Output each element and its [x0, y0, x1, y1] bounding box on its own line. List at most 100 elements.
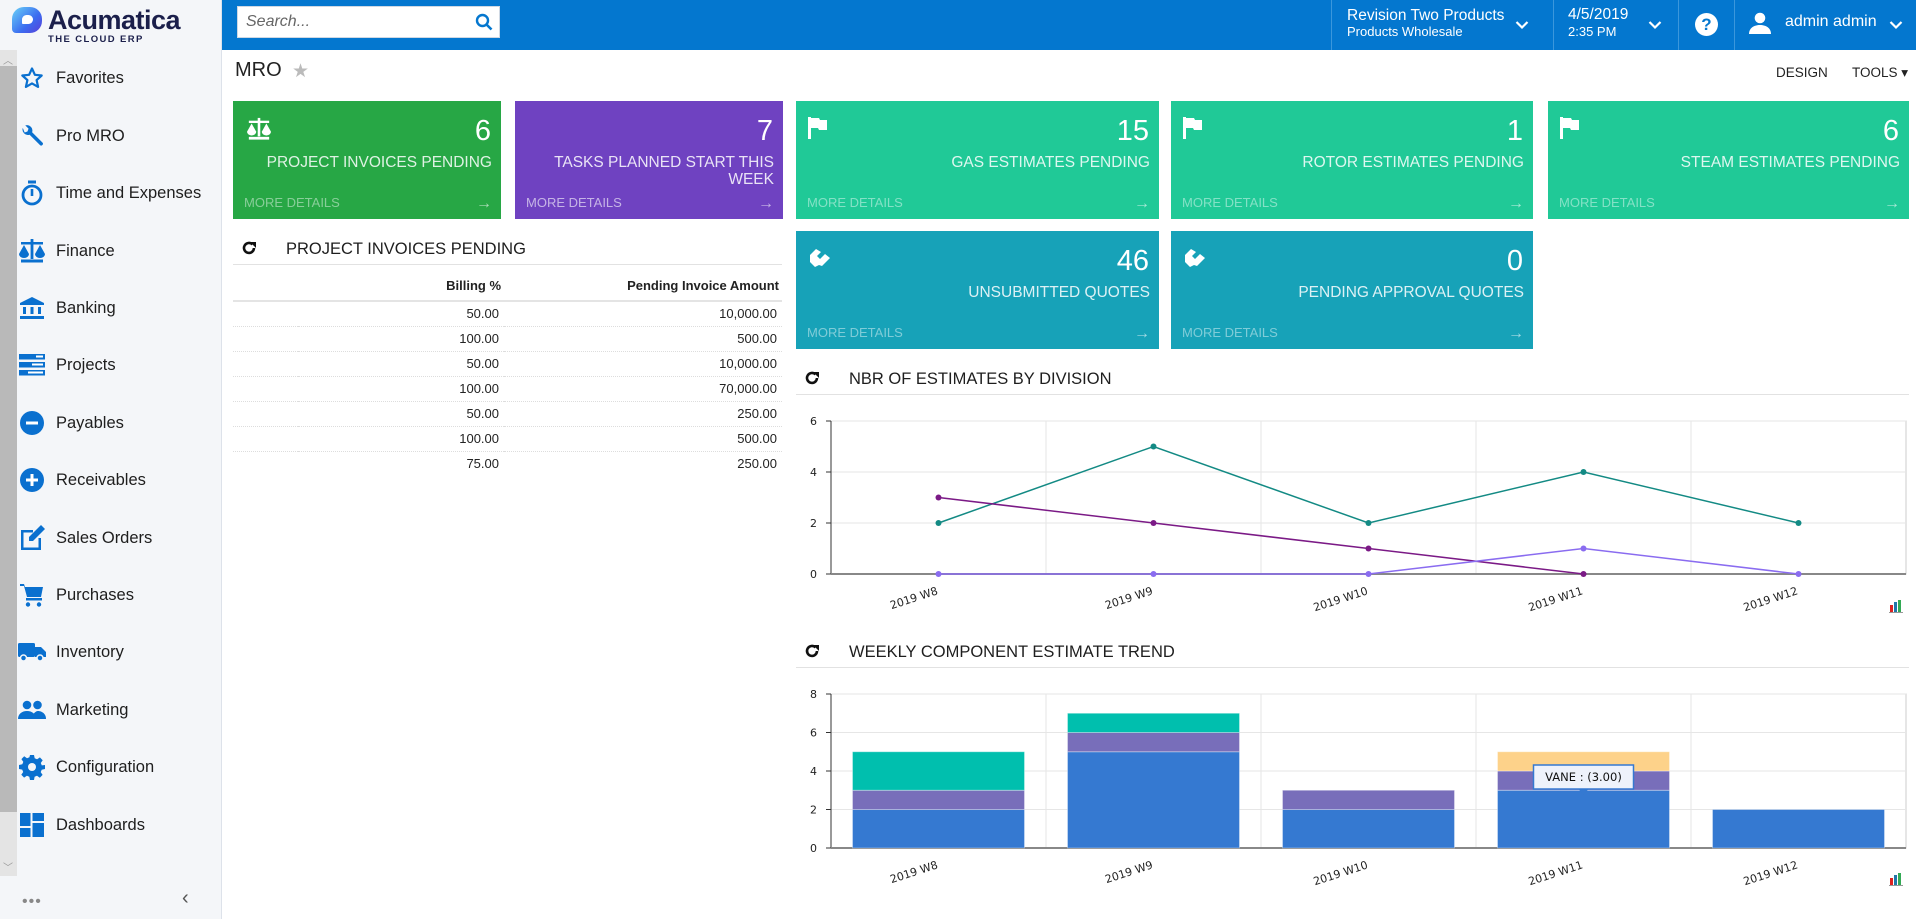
tile-value: 6: [1882, 115, 1899, 147]
bar-segment: [1497, 789, 1670, 849]
chart-type-icon[interactable]: [1889, 599, 1903, 618]
tile-pending-approval-quotes[interactable]: 0 PENDING APPROVAL QUOTES MORE DETAILS →: [1171, 231, 1533, 349]
bar-segment: [852, 789, 1025, 810]
data-point: [1150, 443, 1157, 450]
business-date: 4/5/2019: [1568, 6, 1629, 23]
tile-tasks-planned-start[interactable]: 7 TASKS PLANNED START THIS WEEK MORE DET…: [515, 101, 783, 219]
more-details-link[interactable]: MORE DETAILS: [807, 325, 903, 340]
tile-value: 1: [1506, 115, 1523, 147]
sidebar-item-payables[interactable]: Payables: [18, 403, 218, 443]
pending-amount-cell: 70,000.00: [504, 376, 782, 402]
user-icon: [1749, 12, 1771, 39]
design-button[interactable]: DESIGN: [1776, 65, 1828, 80]
edit-icon: [18, 524, 46, 552]
chart-type-icon[interactable]: [1889, 872, 1903, 891]
tile-project-invoices-pending[interactable]: 6 PROJECT INVOICES PENDING MORE DETAILS …: [233, 101, 501, 219]
estimates-line-chart: 0 2 4 6 2019 W8 2019 W9 2019 W10 2019 W11 2019 W…: [810, 415, 1907, 614]
tools-menu-button[interactable]: TOOLS ▾: [1852, 65, 1908, 81]
sidebar-item-projects[interactable]: Projects: [18, 345, 218, 385]
more-details-link[interactable]: MORE DETAILS: [1182, 325, 1278, 340]
column-header[interactable]: [233, 270, 298, 302]
sidebar-item-inventory[interactable]: Inventory: [18, 632, 218, 672]
scales-icon: [245, 117, 273, 146]
table-row[interactable]: 100.00 70,000.00: [233, 376, 782, 402]
more-details-link[interactable]: MORE DETAILS: [244, 195, 340, 210]
data-point: [1580, 571, 1587, 577]
more-details-link[interactable]: MORE DETAILS: [807, 195, 903, 210]
y-tick-label: 6: [810, 727, 817, 740]
data-point: [1580, 469, 1587, 475]
x-tick-label: 2019 W10: [1312, 584, 1370, 614]
sidebar-item-banking[interactable]: Banking: [18, 288, 218, 328]
collapse-sidebar-button[interactable]: ‹: [182, 887, 189, 910]
chevron-down-icon: [1515, 17, 1529, 35]
scroll-up-icon[interactable]: ︿: [3, 52, 13, 67]
bar-segment: [1712, 809, 1885, 849]
widget-title: PROJECT INVOICES PENDING: [286, 240, 526, 258]
search-input[interactable]: [238, 7, 468, 37]
tile-rotor-estimates-pending[interactable]: 1 ROTOR ESTIMATES PENDING MORE DETAILS →: [1171, 101, 1533, 219]
data-point: [1365, 571, 1372, 577]
page-title: MRO: [235, 59, 282, 81]
help-button[interactable]: ?: [1678, 0, 1734, 50]
sidebar-item-receivables[interactable]: Receivables: [18, 460, 218, 500]
scrollbar-thumb[interactable]: [0, 66, 17, 812]
table-row[interactable]: 75.00 250.00: [233, 451, 782, 468]
sidebar-item-configuration[interactable]: Configuration: [18, 747, 218, 787]
more-options-button[interactable]: •••: [22, 893, 42, 911]
data-point: [935, 494, 942, 501]
row-cell: [233, 376, 298, 402]
scroll-down-icon[interactable]: ﹀: [3, 859, 13, 874]
add-to-favorites-star-icon[interactable]: ★: [292, 60, 309, 83]
refresh-icon[interactable]: [804, 370, 820, 391]
invoices-table: Billing % Pending Invoice Amount 50.00 10…: [233, 270, 782, 468]
table-row[interactable]: 100.00 500.00: [233, 426, 782, 452]
tile-value: 46: [1116, 245, 1149, 277]
acumatica-logo[interactable]: Acumatica THE CLOUD ERP: [10, 3, 210, 47]
sidebar-scrollbar[interactable]: ︿ ﹀: [0, 50, 17, 876]
plus-circle-icon: [18, 466, 46, 494]
table-row[interactable]: 50.00 10,000.00: [233, 351, 782, 377]
refresh-icon[interactable]: [241, 240, 257, 261]
table-row[interactable]: 50.00 10,000.00: [233, 301, 782, 327]
y-tick-label: 2: [810, 517, 817, 530]
sidebar-item-sales-orders[interactable]: Sales Orders: [18, 518, 218, 558]
handshake-icon: [808, 247, 832, 272]
x-tick-label: 2019 W9: [1103, 858, 1154, 886]
business-date-selector[interactable]: 4/5/2019 2:35 PM: [1553, 0, 1678, 50]
tile-value: 6: [474, 115, 491, 147]
x-tick-label: 2019 W12: [1742, 584, 1800, 614]
sidebar-item-time-and-expenses[interactable]: Time and Expenses: [18, 173, 218, 213]
sidebar-item-dashboards[interactable]: Dashboards: [18, 805, 218, 845]
sidebar-item-marketing[interactable]: Marketing: [18, 690, 218, 730]
sidebar-item-finance[interactable]: Finance: [18, 231, 218, 271]
data-point: [1795, 571, 1802, 577]
tile-unsubmitted-quotes[interactable]: 46 UNSUBMITTED QUOTES MORE DETAILS →: [796, 231, 1159, 349]
column-header-pending-invoice-amount[interactable]: Pending Invoice Amount: [504, 270, 782, 302]
logo-tagline: THE CLOUD ERP: [48, 34, 144, 45]
refresh-icon[interactable]: [804, 643, 820, 664]
more-details-link[interactable]: MORE DETAILS: [1182, 195, 1278, 210]
sidebar-item-label: Banking: [56, 298, 116, 317]
more-details-link[interactable]: MORE DETAILS: [1559, 195, 1655, 210]
sidebar-item-pro-mro[interactable]: Pro MRO: [18, 116, 218, 156]
x-tick-label: 2019 W11: [1527, 584, 1585, 614]
table-row[interactable]: 100.00 500.00: [233, 326, 782, 352]
search-icon[interactable]: [475, 13, 493, 36]
tile-gas-estimates-pending[interactable]: 15 GAS ESTIMATES PENDING MORE DETAILS →: [796, 101, 1159, 219]
sidebar-item-purchases[interactable]: Purchases: [18, 575, 218, 615]
tile-steam-estimates-pending[interactable]: 6 STEAM ESTIMATES PENDING MORE DETAILS →: [1548, 101, 1909, 219]
user-menu[interactable]: admin admin: [1734, 0, 1916, 50]
branch-selector[interactable]: Revision Two Products Products Wholesale: [1331, 0, 1553, 50]
sidebar-item-label: Projects: [56, 355, 116, 374]
more-details-link[interactable]: MORE DETAILS: [526, 195, 622, 210]
star-icon: [18, 64, 46, 92]
sidebar-item-favorites[interactable]: Favorites: [18, 58, 218, 98]
table-row[interactable]: 50.00 250.00: [233, 401, 782, 427]
tooltip-text: VANE : (3.00): [1545, 770, 1622, 784]
column-header-billing-percent[interactable]: Billing %: [298, 270, 504, 302]
search-box[interactable]: [237, 6, 500, 38]
x-tick-label: 2019 W8: [888, 584, 939, 612]
data-point: [935, 571, 942, 577]
arrow-right-icon: →: [476, 195, 492, 212]
